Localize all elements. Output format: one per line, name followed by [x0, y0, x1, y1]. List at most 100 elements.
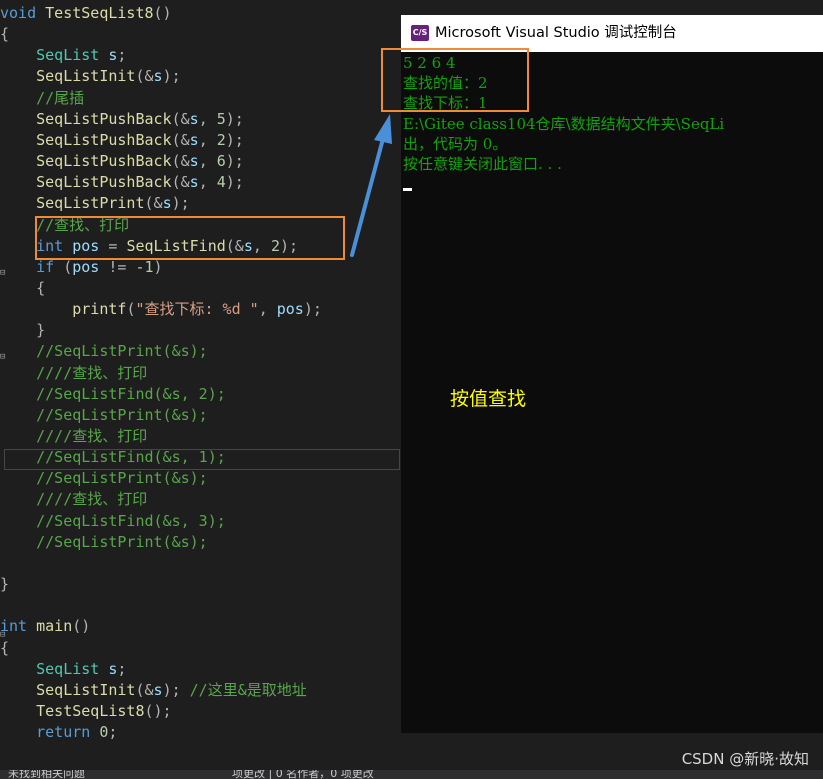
- code-token: ,: [258, 300, 277, 319]
- code-token: SeqListInit: [0, 67, 136, 86]
- fold-marker[interactable]: ⊟: [0, 630, 10, 640]
- code-line[interactable]: SeqList s;: [0, 659, 126, 680]
- code-line[interactable]: SeqListPushBack(&s, 6);: [0, 151, 244, 172]
- code-token: ,: [198, 152, 217, 171]
- csdn-watermark: CSDN @新晓·故知: [681, 750, 809, 768]
- screenshot-root: void TestSeqList8(){ SeqList s; SeqListI…: [0, 0, 823, 779]
- code-token: 5: [216, 109, 226, 128]
- code-line[interactable]: SeqListInit(&s); //这里&是取地址: [0, 680, 307, 701]
- code-token: );: [162, 680, 190, 699]
- code-token: TestSeqList8: [0, 701, 145, 720]
- fold-marker[interactable]: ⊟: [0, 352, 10, 362]
- code-token: pos: [276, 300, 304, 319]
- code-line[interactable]: //尾插: [0, 88, 84, 109]
- code-token: (&: [171, 152, 190, 171]
- code-token: //尾插: [0, 88, 85, 107]
- code-line[interactable]: SeqListPushBack(&s, 5);: [0, 109, 244, 130]
- code-line[interactable]: void TestSeqList8(): [0, 3, 172, 24]
- code-token: return: [0, 723, 100, 742]
- code-token: s: [189, 130, 199, 149]
- status-item[interactable]: 未找到相关问题: [8, 770, 85, 779]
- code-line[interactable]: {: [0, 278, 45, 299]
- code-line[interactable]: ////查找、打印: [0, 363, 147, 384]
- code-line[interactable]: TestSeqList8();: [0, 701, 171, 722]
- code-line[interactable]: SeqListPrint(&s);: [0, 193, 190, 214]
- code-token: 6: [216, 152, 226, 171]
- code-token: void: [0, 4, 46, 22]
- console-title: Microsoft Visual Studio 调试控制台: [435, 25, 677, 41]
- code-token: SeqListPushBack: [0, 109, 172, 128]
- code-token: (): [72, 617, 91, 636]
- code-token: );: [162, 67, 181, 86]
- code-token: //SeqListPrint(&s);: [0, 405, 208, 424]
- code-line[interactable]: SeqListPushBack(&s, 4);: [0, 172, 244, 193]
- code-token: SeqListPushBack: [0, 130, 172, 149]
- code-token: s: [153, 67, 163, 86]
- code-token: );: [225, 152, 244, 171]
- code-token: ,: [198, 130, 217, 149]
- code-line[interactable]: //SeqListFind(&s, 1);: [0, 447, 226, 468]
- fold-marker[interactable]: ⊟: [0, 268, 10, 278]
- code-token: (&: [171, 109, 190, 128]
- code-token: !=: [99, 257, 136, 276]
- code-token: ;: [108, 723, 118, 742]
- code-token: //SeqListFind(&s, 3);: [0, 511, 226, 530]
- code-line[interactable]: int main(): [0, 616, 90, 637]
- console-output-line: E:\Gitee class104仓库\数据结构文件夹\SeqLi: [403, 115, 725, 133]
- code-token: //这里&是取地址: [189, 680, 307, 699]
- code-token: s: [153, 680, 163, 699]
- code-line[interactable]: SeqListInit(&s);: [0, 66, 181, 87]
- code-token: );: [171, 194, 190, 213]
- console-window[interactable]: C/S Microsoft Visual Studio 调试控制台 5 2 6 …: [401, 15, 823, 733]
- code-token: {: [0, 638, 10, 657]
- code-token: ////查找、打印: [0, 490, 148, 509]
- status-item[interactable]: 项更改 | 0 名作者，0 项更改: [232, 770, 374, 779]
- code-line[interactable]: }: [0, 320, 45, 341]
- code-token: }: [0, 575, 10, 594]
- code-token: SeqListPrint: [0, 194, 145, 213]
- annotation-arrow: [350, 114, 392, 257]
- code-line[interactable]: printf("查找下标: %d ", pos);: [0, 299, 322, 320]
- code-token: ;: [117, 46, 127, 65]
- code-token: (: [63, 257, 73, 276]
- code-token: {: [0, 25, 10, 44]
- code-token: SeqListInit: [0, 680, 136, 699]
- console-titlebar[interactable]: C/S Microsoft Visual Studio 调试控制台: [401, 15, 823, 52]
- code-token: SeqList: [0, 659, 109, 678]
- code-token: );: [225, 130, 244, 149]
- code-line[interactable]: SeqList s;: [0, 45, 126, 66]
- code-line[interactable]: }: [0, 574, 9, 595]
- code-line[interactable]: //SeqListPrint(&s);: [0, 532, 208, 553]
- code-line[interactable]: {: [0, 638, 9, 659]
- code-token: s: [189, 173, 199, 192]
- code-token: //SeqListPrint(&s);: [0, 342, 208, 361]
- code-line[interactable]: SeqListPushBack(&s, 2);: [0, 130, 244, 151]
- code-line[interactable]: {: [0, 24, 9, 45]
- code-line[interactable]: ////查找、打印: [0, 489, 147, 510]
- code-token: );: [303, 300, 322, 319]
- code-token: (&: [171, 173, 190, 192]
- code-line[interactable]: ////查找、打印: [0, 426, 147, 447]
- code-token: //SeqListFind(&s, 1);: [0, 448, 226, 467]
- code-line[interactable]: return 0;: [0, 722, 117, 743]
- code-token: "查找下标: %d ": [135, 300, 259, 319]
- code-token: ////查找、打印: [0, 427, 148, 445]
- code-token: //SeqListPrint(&s);: [0, 532, 208, 551]
- code-token: SeqListPushBack: [0, 173, 172, 192]
- code-token: );: [225, 173, 244, 192]
- code-token: (&: [135, 67, 154, 86]
- code-token: s: [189, 152, 199, 171]
- code-token: s: [189, 109, 199, 128]
- code-line[interactable]: //SeqListPrint(&s);: [0, 468, 208, 489]
- code-token: );: [225, 109, 244, 128]
- code-token: ;: [117, 659, 127, 678]
- code-token: {: [0, 278, 46, 297]
- code-token: -1: [135, 257, 154, 276]
- code-line[interactable]: //SeqListPrint(&s);: [0, 341, 208, 362]
- code-line[interactable]: //SeqListPrint(&s);: [0, 405, 208, 426]
- code-token: //SeqListPrint(&s);: [0, 469, 208, 488]
- code-line[interactable]: //SeqListFind(&s, 3);: [0, 511, 226, 532]
- console-output-line: 按任意键关闭此窗口. . .: [403, 155, 562, 173]
- code-token: SeqList: [0, 46, 109, 65]
- code-line[interactable]: //SeqListFind(&s, 2);: [0, 384, 226, 405]
